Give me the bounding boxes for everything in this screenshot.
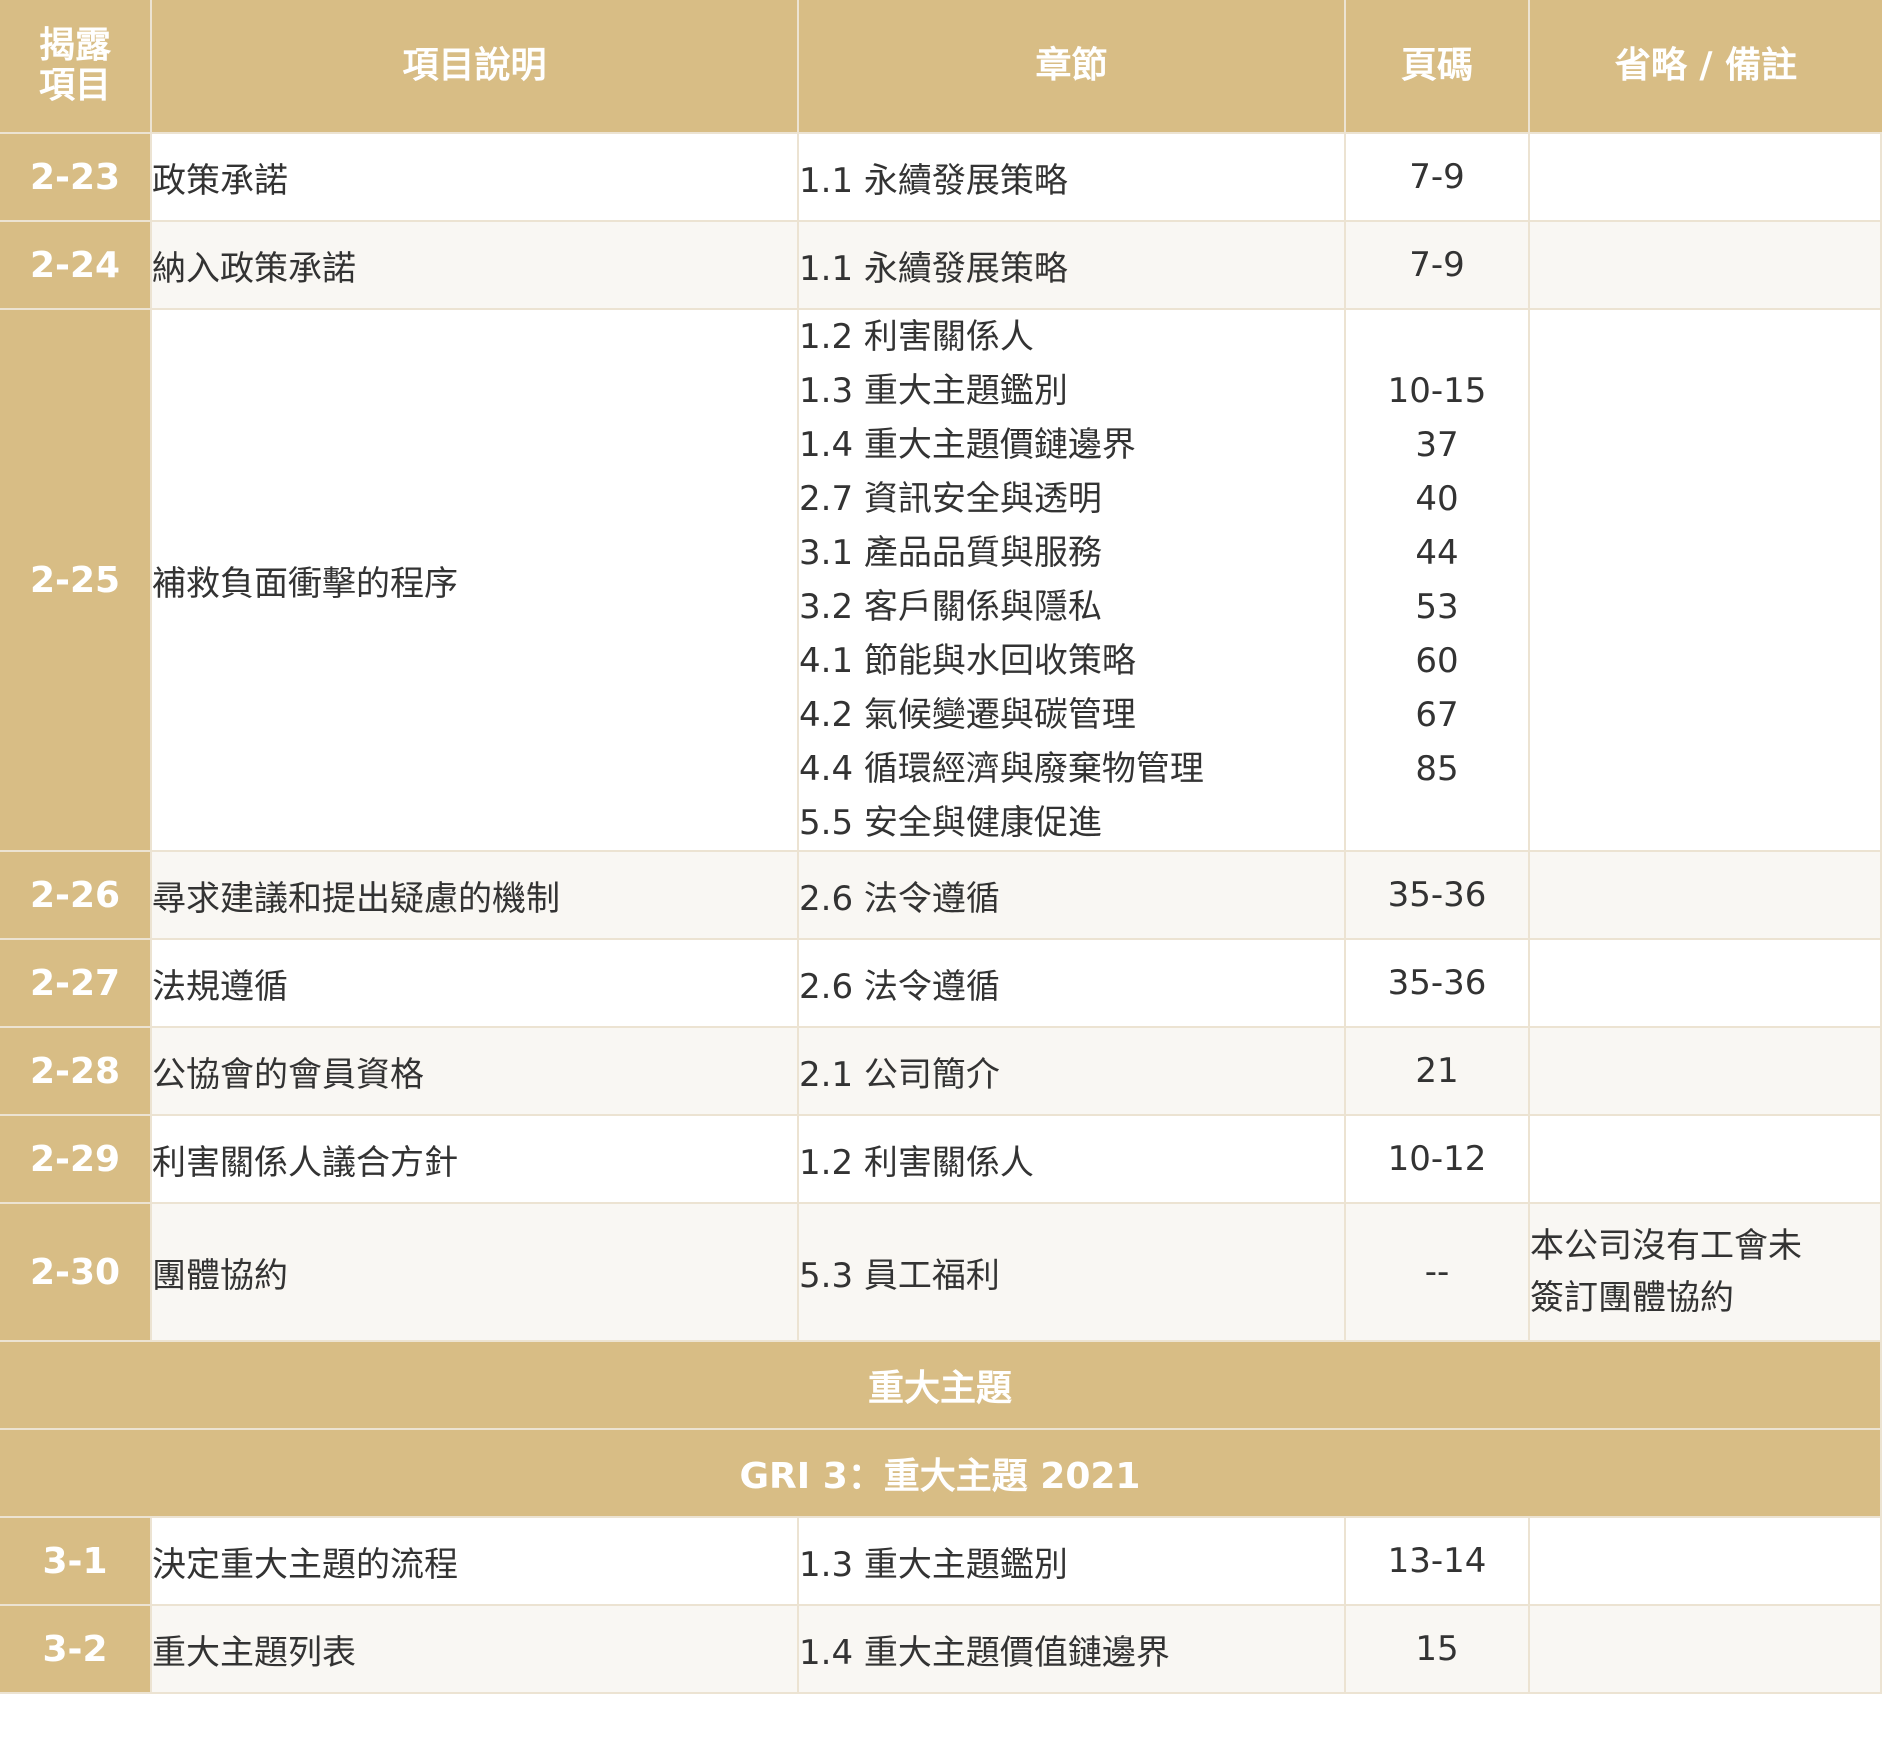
- disclosure-id: 2-29: [0, 1116, 152, 1204]
- disclosure-id: 2-26: [0, 852, 152, 940]
- table-row: 3-2 重大主題列表 1.4 重大主題價值鏈邊界 15: [0, 1606, 1882, 1694]
- section-ref: 1.3 重大主題鑑別: [799, 371, 1068, 411]
- disclosure-id: 3-2: [0, 1606, 152, 1694]
- section-ref: 2.6 法令遵循: [799, 940, 1346, 1028]
- item-description: 政策承諾: [152, 134, 799, 222]
- omission-note: 本公司沒有工會未 簽訂團體協約: [1530, 1204, 1882, 1342]
- section-ref: 5.5 安全與健康促進: [799, 803, 1102, 843]
- page-ref: 21: [1346, 1028, 1530, 1116]
- omission-note: [1530, 940, 1882, 1028]
- page-ref: 10-15: [1387, 371, 1487, 411]
- header-omission-note: 省略 / 備註: [1530, 0, 1882, 134]
- table-row: 2-27 法規遵循 2.6 法令遵循 35-36: [0, 940, 1882, 1028]
- section-ref: 1.3 重大主題鑑別: [799, 1518, 1346, 1606]
- table-header-row: 揭露 項目 項目說明 章節 頁碼 省略 / 備註: [0, 0, 1882, 134]
- section-band-material-topics: 重大主題: [0, 1342, 1882, 1430]
- section-band-gri3: GRI 3：重大主題 2021: [0, 1430, 1882, 1518]
- page-ref: 7-9: [1346, 222, 1530, 310]
- omission-note-line1: 本公司沒有工會未: [1530, 1226, 1802, 1266]
- gri-content-index-table: 揭露 項目 項目說明 章節 頁碼 省略 / 備註 2-23 政策承諾 1.1 永…: [0, 0, 1882, 1694]
- section-ref: 1.2 利害關係人: [799, 317, 1034, 357]
- omission-note: [1530, 222, 1882, 310]
- page-ref: 35-36: [1346, 852, 1530, 940]
- disclosure-id: 2-30: [0, 1204, 152, 1342]
- table-row: 3-1 決定重大主題的流程 1.3 重大主題鑑別 13-14: [0, 1518, 1882, 1606]
- section-ref: 1.2 利害關係人: [799, 1116, 1346, 1204]
- item-description: 補救負面衝擊的程序: [152, 310, 799, 852]
- header-section: 章節: [799, 0, 1346, 134]
- disclosure-id: 2-28: [0, 1028, 152, 1116]
- page-ref: 37: [1415, 425, 1459, 465]
- page-ref-list: 10-15 37 40 44 53 60 67 85: [1346, 310, 1530, 852]
- section-band-row: 重大主題: [0, 1342, 1882, 1430]
- page-ref: 60: [1415, 641, 1459, 681]
- disclosure-id: 3-1: [0, 1518, 152, 1606]
- disclosure-id: 2-27: [0, 940, 152, 1028]
- page-ref: --: [1346, 1204, 1530, 1342]
- table-row: 2-23 政策承諾 1.1 永續發展策略 7-9: [0, 134, 1882, 222]
- omission-note: [1530, 1116, 1882, 1204]
- item-description: 法規遵循: [152, 940, 799, 1028]
- section-band-row: GRI 3：重大主題 2021: [0, 1430, 1882, 1518]
- page-ref: 13-14: [1346, 1518, 1530, 1606]
- section-ref: 2.1 公司簡介: [799, 1028, 1346, 1116]
- section-ref: 2.7 資訊安全與透明: [799, 479, 1102, 519]
- item-description: 重大主題列表: [152, 1606, 799, 1694]
- table-row: 2-26 尋求建議和提出疑慮的機制 2.6 法令遵循 35-36: [0, 852, 1882, 940]
- table-row: 2-28 公協會的會員資格 2.1 公司簡介 21: [0, 1028, 1882, 1116]
- section-ref: 5.3 員工福利: [799, 1204, 1346, 1342]
- page-ref: 40: [1415, 479, 1459, 519]
- item-description: 團體協約: [152, 1204, 799, 1342]
- omission-note: [1530, 1518, 1882, 1606]
- section-ref: 4.1 節能與水回收策略: [799, 641, 1136, 681]
- section-ref: 3.1 產品品質與服務: [799, 533, 1102, 573]
- section-ref: 4.4 循環經濟與廢棄物管理: [799, 749, 1204, 789]
- table-row: 2-29 利害關係人議合方針 1.2 利害關係人 10-12: [0, 1116, 1882, 1204]
- page-ref: 44: [1415, 533, 1459, 573]
- omission-note: [1530, 1028, 1882, 1116]
- section-ref: 1.1 永續發展策略: [799, 134, 1346, 222]
- section-ref: 2.6 法令遵循: [799, 852, 1346, 940]
- header-disclosure-line2: 項目: [38, 65, 111, 106]
- item-description: 公協會的會員資格: [152, 1028, 799, 1116]
- page-ref: 10-12: [1346, 1116, 1530, 1204]
- page-ref: 7-9: [1346, 134, 1530, 222]
- page-ref: 85: [1415, 749, 1459, 789]
- omission-note: [1530, 134, 1882, 222]
- item-description: 納入政策承諾: [152, 222, 799, 310]
- page-ref: 15: [1346, 1606, 1530, 1694]
- omission-note: [1530, 310, 1882, 852]
- header-item-description: 項目說明: [152, 0, 799, 134]
- disclosure-id: 2-25: [0, 310, 152, 852]
- omission-note: [1530, 1606, 1882, 1694]
- disclosure-id: 2-24: [0, 222, 152, 310]
- item-description: 尋求建議和提出疑慮的機制: [152, 852, 799, 940]
- table-row: 2-24 納入政策承諾 1.1 永續發展策略 7-9: [0, 222, 1882, 310]
- section-ref: 1.4 重大主題價值鏈邊界: [799, 1606, 1346, 1694]
- section-ref: 4.2 氣候變遷與碳管理: [799, 695, 1136, 735]
- header-disclosure-line1: 揭露: [38, 25, 111, 66]
- disclosure-id: 2-23: [0, 134, 152, 222]
- table-row: 2-30 團體協約 5.3 員工福利 -- 本公司沒有工會未 簽訂團體協約: [0, 1204, 1882, 1342]
- omission-note: [1530, 852, 1882, 940]
- table-row: 2-25 補救負面衝擊的程序 1.2 利害關係人 1.3 重大主題鑑別 1.4 …: [0, 310, 1882, 852]
- header-page-number: 頁碼: [1346, 0, 1530, 134]
- page-ref: 53: [1415, 587, 1459, 627]
- header-disclosure-item: 揭露 項目: [0, 0, 152, 134]
- section-ref: 3.2 客戶關係與隱私: [799, 587, 1102, 627]
- section-ref: 1.1 永續發展策略: [799, 222, 1346, 310]
- page-ref: 67: [1415, 695, 1459, 735]
- section-ref: 1.4 重大主題價鏈邊界: [799, 425, 1136, 465]
- item-description: 決定重大主題的流程: [152, 1518, 799, 1606]
- page-ref: 35-36: [1346, 940, 1530, 1028]
- omission-note-line2: 簽訂團體協約: [1530, 1278, 1734, 1318]
- item-description: 利害關係人議合方針: [152, 1116, 799, 1204]
- section-ref-list: 1.2 利害關係人 1.3 重大主題鑑別 1.4 重大主題價鏈邊界 2.7 資訊…: [799, 310, 1346, 852]
